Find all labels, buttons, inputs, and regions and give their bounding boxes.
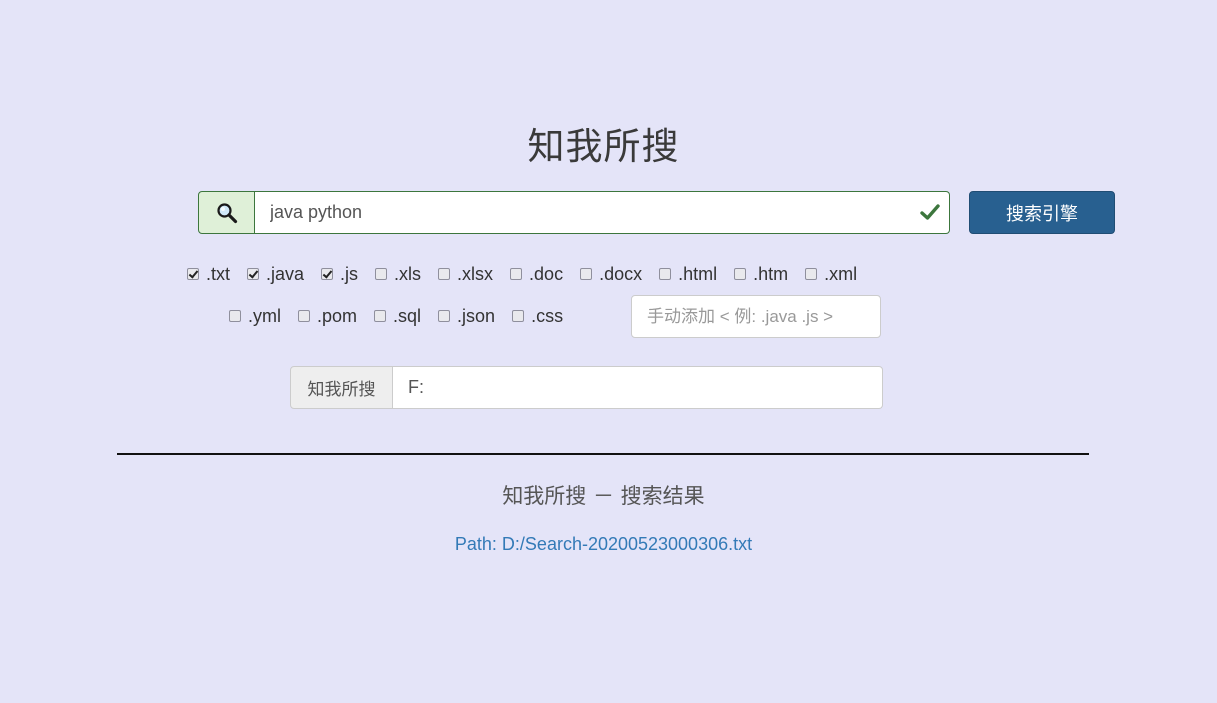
extension-label: .xml [824,263,858,284]
extension-checkbox-item[interactable]: .htm [734,264,788,285]
extension-label: .sql [393,305,422,326]
search-input[interactable] [255,191,950,234]
extension-checkbox[interactable] [659,268,672,280]
extension-checkbox[interactable] [298,310,310,322]
extension-label: .htm [753,263,789,284]
extension-checkbox[interactable] [512,310,525,322]
extension-checkbox[interactable] [375,268,388,280]
extension-label: .doc [529,263,564,284]
extension-row-2: .yml .pom .sql .json .css [229,303,580,329]
extension-checkbox[interactable] [580,268,593,280]
extension-checkbox[interactable] [374,310,387,322]
search-engine-button[interactable]: 搜索引擎 [969,191,1115,234]
extension-label: .yml [248,305,281,326]
check-icon [920,202,940,222]
extension-checkbox[interactable] [247,268,260,280]
page-title: 知我所搜 [527,125,680,168]
extension-checkbox-item[interactable]: .js [321,264,358,285]
extension-checkbox-item[interactable]: .yml [229,306,281,327]
path-addon-label: 知我所搜 [290,366,393,409]
extension-label: .xlsx [457,263,494,284]
extension-checkbox[interactable] [438,268,451,280]
search-icon [198,191,255,234]
extension-checkbox[interactable] [229,310,241,322]
extension-checkbox-item[interactable]: .json [438,306,495,327]
extension-checkbox[interactable] [321,268,334,280]
results-path-link[interactable]: Path: D:/Search-20200523000306.txt [0,534,1207,555]
search-input-wrap [255,191,950,234]
extension-checkbox[interactable] [734,268,747,280]
path-group: 知我所搜 [290,366,883,409]
extension-checkbox-item[interactable]: .html [659,264,717,285]
extension-row-1: .txt .java .js .xls .xlsx .doc .docx .html .htm.… [187,261,874,287]
extension-label: .docx [599,263,643,284]
extension-checkbox-item[interactable]: .java [247,264,304,285]
results-title: 知我所搜 － 搜索结果 [502,484,705,508]
extension-checkbox-item[interactable]: .xls [375,264,421,285]
extension-label: .pom [317,305,358,326]
extension-checkbox-item[interactable]: .doc [510,264,563,285]
path-input[interactable] [393,366,883,409]
extension-checkbox[interactable] [438,310,451,322]
extension-checkbox-item[interactable]: .xml [805,264,857,285]
extension-label: .txt [206,263,231,284]
extension-checkbox-item[interactable]: .sql [374,306,421,327]
extension-checkbox-item[interactable]: .docx [580,264,642,285]
extension-label: .js [340,263,359,284]
extension-label: .css [531,305,564,326]
search-group [198,191,950,234]
extension-label: .java [266,263,305,284]
extension-checkbox-item[interactable]: .xlsx [438,264,493,285]
extension-label: .json [457,305,496,326]
divider [117,453,1089,455]
extension-label: .html [678,263,718,284]
extension-checkbox[interactable] [510,268,523,280]
extension-checkbox[interactable] [187,268,199,280]
custom-extension-input[interactable] [631,295,881,338]
extension-checkbox-item[interactable]: .pom [298,306,357,327]
extension-checkbox[interactable] [805,268,818,280]
extension-checkbox-item[interactable]: .txt [187,264,230,285]
extension-label: .xls [394,263,422,284]
extension-checkbox-item[interactable]: .css [512,306,563,327]
